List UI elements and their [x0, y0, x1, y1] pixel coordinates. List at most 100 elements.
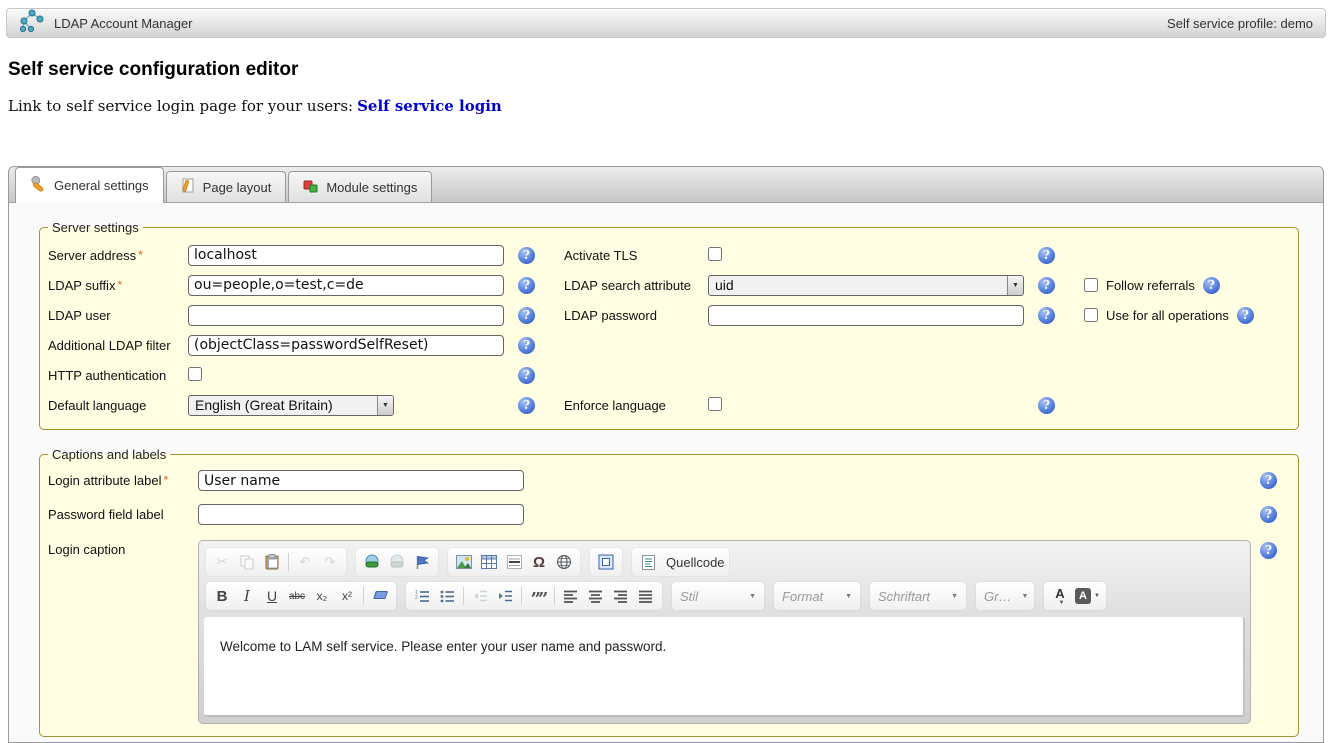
help-icon[interactable]: ?: [518, 397, 535, 414]
editor-toolbar-row-2: B I U abc x₂ x² 123: [204, 579, 1245, 613]
help-icon[interactable]: ?: [1260, 506, 1277, 523]
outdent-icon[interactable]: [468, 584, 492, 608]
ldap-user-input[interactable]: [188, 305, 504, 326]
help-icon[interactable]: ?: [518, 307, 535, 324]
app-title: LDAP Account Manager: [54, 16, 193, 31]
help-icon[interactable]: ?: [1260, 542, 1277, 559]
tab-page-layout[interactable]: Page layout: [166, 171, 287, 202]
font-dropdown[interactable]: Schriftart: [870, 582, 966, 610]
activate-tls-checkbox[interactable]: [708, 247, 722, 261]
login-caption-editor: ✂ ↶ ↷: [198, 540, 1251, 724]
italic-icon[interactable]: I: [235, 584, 259, 608]
tab-general-settings[interactable]: General settings: [15, 167, 164, 203]
ldap-password-input[interactable]: [708, 305, 1024, 326]
ldap-search-attribute-select[interactable]: uid: [708, 275, 1024, 296]
top-bar: LDAP Account Manager Self service profil…: [6, 8, 1326, 38]
help-icon[interactable]: ?: [1237, 307, 1254, 324]
page-pencil-icon: [181, 178, 196, 197]
default-language-select[interactable]: English (Great Britain): [188, 395, 394, 416]
settings-panel: General settings Page layout Module sett…: [8, 166, 1324, 743]
format-dropdown[interactable]: Format: [774, 582, 860, 610]
use-for-all-operations-label: Use for all operations: [1106, 308, 1229, 323]
follow-referrals-checkbox[interactable]: [1084, 278, 1098, 292]
server-settings-legend: Server settings: [48, 220, 143, 235]
help-icon[interactable]: ?: [518, 367, 535, 384]
align-left-icon[interactable]: [559, 584, 583, 608]
server-address-label: Server address*: [48, 248, 188, 263]
text-color-button[interactable]: A: [1048, 584, 1072, 608]
help-icon[interactable]: ?: [1038, 247, 1055, 264]
modules-icon: [303, 178, 319, 197]
help-icon[interactable]: ?: [1203, 277, 1220, 294]
select-arrow-icon[interactable]: [377, 396, 393, 415]
editor-content-area[interactable]: Welcome to LAM self service. Please ente…: [204, 617, 1245, 717]
password-field-input[interactable]: [198, 504, 524, 525]
image-icon[interactable]: [452, 550, 476, 574]
help-icon[interactable]: ?: [518, 337, 535, 354]
underline-icon[interactable]: U: [260, 584, 284, 608]
login-link-intro: Link to self service login page for your…: [8, 97, 353, 115]
http-authentication-label: HTTP authentication: [48, 368, 188, 383]
source-button-label: Quellcode: [666, 555, 725, 570]
http-authentication-checkbox[interactable]: [188, 367, 202, 381]
ldap-suffix-input[interactable]: [188, 275, 504, 296]
copy-icon[interactable]: [235, 550, 259, 574]
help-icon[interactable]: ?: [1260, 472, 1277, 489]
font-size-dropdown[interactable]: Gr…: [976, 582, 1034, 610]
horizontal-rule-icon[interactable]: [502, 550, 526, 574]
use-for-all-operations-checkbox[interactable]: [1084, 308, 1098, 322]
background-color-button[interactable]: A: [1073, 584, 1102, 608]
align-justify-icon[interactable]: [634, 584, 658, 608]
blockquote-icon[interactable]: ””: [526, 584, 550, 608]
ldap-password-label: LDAP password: [564, 308, 708, 323]
undo-icon[interactable]: ↶: [293, 550, 317, 574]
tab-module-settings[interactable]: Module settings: [288, 171, 432, 202]
login-caption-label: Login caption: [48, 538, 198, 557]
remove-format-icon[interactable]: [368, 584, 392, 608]
special-char-icon[interactable]: Ω: [527, 550, 551, 574]
link-icon[interactable]: [360, 550, 384, 574]
activate-tls-label: Activate TLS: [564, 248, 708, 263]
help-icon[interactable]: ?: [1038, 397, 1055, 414]
default-language-label: Default language: [48, 398, 188, 413]
server-address-input[interactable]: [188, 245, 504, 266]
unlink-icon[interactable]: [385, 550, 409, 574]
maximize-icon[interactable]: [594, 550, 618, 574]
superscript-icon[interactable]: x²: [335, 584, 359, 608]
paste-icon[interactable]: [260, 550, 284, 574]
additional-ldap-filter-input[interactable]: [188, 335, 504, 356]
redo-icon[interactable]: ↷: [318, 550, 342, 574]
source-icon: [636, 550, 660, 574]
help-icon[interactable]: ?: [518, 247, 535, 264]
login-attribute-input[interactable]: [198, 470, 524, 491]
align-right-icon[interactable]: [609, 584, 633, 608]
help-icon[interactable]: ?: [1038, 277, 1055, 294]
table-icon[interactable]: [477, 550, 501, 574]
tab-label: General settings: [54, 178, 149, 193]
iframe-globe-icon[interactable]: [552, 550, 576, 574]
required-marker: *: [117, 278, 122, 292]
numbered-list-icon[interactable]: 123: [410, 584, 434, 608]
subscript-icon[interactable]: x₂: [310, 584, 334, 608]
tab-label: Page layout: [203, 180, 272, 195]
cut-icon[interactable]: ✂: [210, 550, 234, 574]
source-button[interactable]: Quellcode: [632, 548, 729, 576]
self-service-login-link[interactable]: Self service login: [357, 97, 502, 115]
anchor-flag-icon[interactable]: [410, 550, 434, 574]
help-icon[interactable]: ?: [1038, 307, 1055, 324]
ldap-search-attribute-label: LDAP search attribute: [564, 278, 708, 293]
select-arrow-icon[interactable]: [1007, 276, 1023, 295]
enforce-language-checkbox[interactable]: [708, 397, 722, 411]
strikethrough-icon[interactable]: abc: [285, 584, 309, 608]
align-center-icon[interactable]: [584, 584, 608, 608]
required-marker: *: [138, 248, 143, 262]
indent-icon[interactable]: [493, 584, 517, 608]
server-settings-fieldset: Server settings Server address* ? Activa…: [39, 220, 1299, 430]
enforce-language-label: Enforce language: [564, 398, 708, 413]
style-dropdown[interactable]: Stil: [672, 582, 764, 610]
login-attribute-label: Login attribute label*: [48, 473, 198, 488]
bullet-list-icon[interactable]: [435, 584, 459, 608]
help-icon[interactable]: ?: [518, 277, 535, 294]
bold-icon[interactable]: B: [210, 584, 234, 608]
captions-labels-legend: Captions and labels: [48, 447, 170, 462]
